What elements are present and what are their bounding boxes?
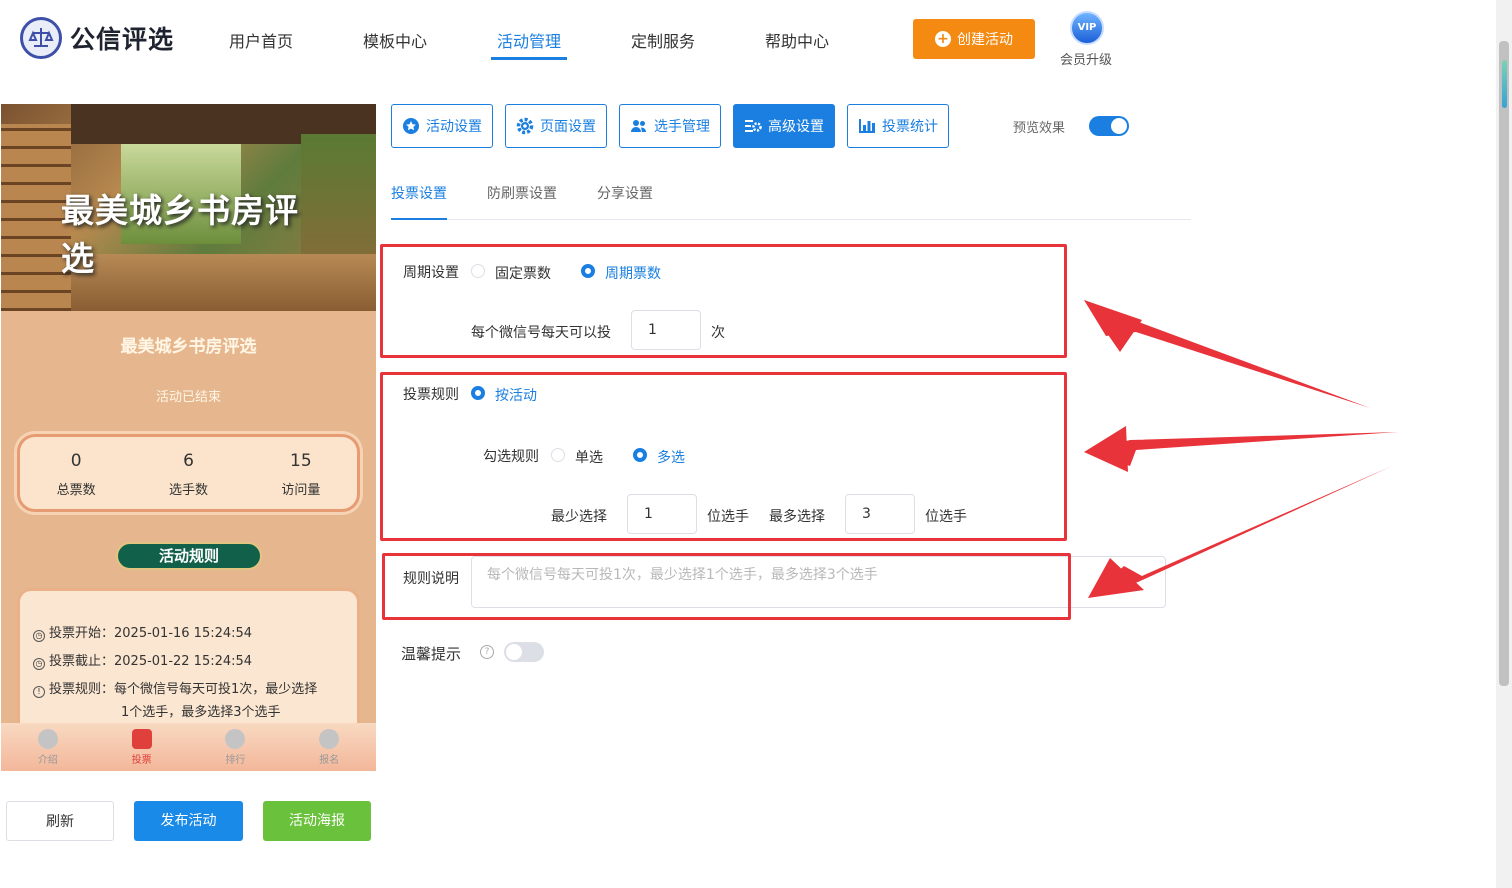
activity-settings-button[interactable]: 活动设置 bbox=[391, 104, 493, 148]
activity-poster-button[interactable]: 活动海报 bbox=[263, 801, 371, 841]
stat-label: 总票数 bbox=[56, 483, 96, 498]
publish-activity-button[interactable]: 发布活动 bbox=[134, 801, 243, 841]
vip-icon[interactable]: VIP bbox=[1070, 11, 1104, 45]
refresh-button[interactable]: 刷新 bbox=[6, 801, 114, 841]
banner-image: 最美城乡书房评选 bbox=[1, 104, 376, 311]
tab-active-underline bbox=[391, 218, 447, 220]
preview-effect-label: 预览效果 bbox=[1013, 121, 1066, 136]
create-activity-label: 创建活动 bbox=[957, 32, 1013, 48]
tab-label: 投票 bbox=[131, 755, 152, 766]
warm-tip-toggle[interactable] bbox=[504, 642, 544, 662]
tab-vote-settings[interactable]: 投票设置 bbox=[391, 183, 447, 203]
vote-statistics-button[interactable]: 投票统计 bbox=[847, 104, 949, 148]
scrollbar-thumb[interactable] bbox=[1499, 41, 1509, 686]
button-label: 活动设置 bbox=[426, 119, 482, 135]
nav-custom-service[interactable]: 定制服务 bbox=[631, 28, 695, 52]
banner-title: 最美城乡书房评选 bbox=[61, 191, 299, 278]
tab-intro[interactable]: 介绍 bbox=[1, 723, 95, 771]
tab-label: 报名 bbox=[319, 755, 340, 766]
intro-icon bbox=[37, 729, 58, 749]
rule-voting: ! 投票规则：每个微信号每天可投1次，最少选择 bbox=[33, 678, 317, 698]
create-activity-button[interactable]: + 创建活动 bbox=[913, 19, 1035, 59]
info-icon: ! bbox=[33, 686, 45, 698]
nav-user-home[interactable]: 用户首页 bbox=[229, 28, 293, 52]
vip-upgrade-link[interactable]: 会员升级 bbox=[1060, 49, 1112, 68]
nav-active-underline bbox=[491, 57, 567, 60]
stat-label: 选手数 bbox=[168, 483, 208, 498]
nav-help-center[interactable]: 帮助中心 bbox=[765, 28, 829, 52]
advanced-settings-button[interactable]: 高级设置 bbox=[733, 104, 835, 148]
stat-total-votes: 0 总票数 bbox=[20, 437, 132, 509]
highlight-box-vote-rules bbox=[380, 372, 1067, 541]
activity-rules-heading[interactable]: 活动规则 bbox=[116, 542, 262, 570]
contestant-management-button[interactable]: 选手管理 bbox=[619, 104, 721, 148]
stat-value: 0 bbox=[70, 451, 82, 471]
signup-icon bbox=[319, 729, 340, 749]
tab-label: 介绍 bbox=[37, 755, 58, 766]
highlight-box-period bbox=[380, 244, 1067, 358]
trophy-icon bbox=[225, 729, 246, 749]
users-icon bbox=[631, 120, 646, 132]
rule-end-text: 投票截止：2025-01-22 15:24:54 bbox=[49, 654, 253, 669]
mobile-preview: 最美城乡书房评选 最美城乡书房评选 活动已结束 0 总票数 6 选手数 15 访… bbox=[1, 104, 376, 771]
button-label: 投票统计 bbox=[882, 119, 938, 135]
stat-contestants: 6 选手数 bbox=[132, 437, 244, 509]
star-icon bbox=[403, 118, 419, 134]
arrow-to-period bbox=[1084, 300, 1370, 408]
mobile-tabbar: 介绍 投票 排行 报名 bbox=[1, 723, 376, 771]
tab-label: 排行 bbox=[225, 755, 246, 766]
top-header: 公信评选 用户首页 模板中心 活动管理 定制服务 帮助中心 + 创建活动 VIP… bbox=[0, 0, 1496, 80]
nav-template-center[interactable]: 模板中心 bbox=[363, 28, 427, 52]
button-label: 高级设置 bbox=[768, 119, 824, 135]
stat-label: 访问量 bbox=[281, 483, 321, 498]
rule-start-time: ◷ 投票开始：2025-01-16 15:24:54 bbox=[33, 622, 252, 642]
help-question-icon[interactable]: ? bbox=[480, 645, 494, 659]
rule-start-text: 投票开始：2025-01-16 15:24:54 bbox=[49, 626, 253, 641]
clock-icon: ◷ bbox=[33, 658, 45, 670]
toggle-knob bbox=[506, 644, 522, 660]
rule-voting-text: 投票规则：每个微信号每天可投1次，最少选择 bbox=[49, 682, 318, 697]
stat-value: 6 bbox=[183, 451, 194, 471]
tab-ranking[interactable]: 排行 bbox=[189, 723, 283, 771]
vote-icon bbox=[131, 729, 152, 749]
gear-icon bbox=[516, 117, 534, 135]
preview-effect-toggle[interactable] bbox=[1089, 116, 1129, 136]
bar-chart-icon bbox=[859, 119, 875, 133]
plus-icon: + bbox=[935, 31, 951, 47]
stat-visits: 15 访问量 bbox=[245, 437, 357, 509]
warm-tip-label: 温馨提示 bbox=[401, 645, 462, 663]
activity-status: 活动已结束 bbox=[155, 390, 221, 405]
tab-signup[interactable]: 报名 bbox=[282, 723, 376, 771]
logo-scales-icon bbox=[20, 17, 62, 59]
rule-end-time: ◷ 投票截止：2025-01-22 15:24:54 bbox=[33, 650, 252, 670]
arrow-to-description bbox=[1088, 466, 1392, 598]
clock-icon: ◷ bbox=[33, 630, 45, 642]
stats-panel: 0 总票数 6 选手数 15 访问量 bbox=[17, 434, 360, 512]
nav-activity-management[interactable]: 活动管理 bbox=[497, 28, 561, 52]
brand-name[interactable]: 公信评选 bbox=[70, 20, 174, 56]
arrow-to-vote-rules bbox=[1084, 426, 1398, 472]
tab-divider bbox=[391, 219, 1191, 220]
button-label: 页面设置 bbox=[540, 119, 596, 135]
tab-anti-fraud-settings[interactable]: 防刷票设置 bbox=[487, 183, 557, 203]
tab-share-settings[interactable]: 分享设置 bbox=[597, 183, 653, 203]
annotation-arrows bbox=[1084, 300, 1398, 598]
rule-voting-cont: 1个选手，最多选择3个选手 bbox=[121, 705, 281, 720]
activity-title: 最美城乡书房评选 bbox=[120, 337, 257, 357]
scrollbar-indicator bbox=[1502, 60, 1507, 108]
highlight-box-description bbox=[382, 553, 1071, 620]
page-settings-button[interactable]: 页面设置 bbox=[505, 104, 607, 148]
tab-vote[interactable]: 投票 bbox=[95, 723, 189, 771]
toggle-knob bbox=[1111, 118, 1127, 134]
button-label: 选手管理 bbox=[654, 119, 710, 135]
settings-sliders-icon bbox=[745, 120, 762, 132]
stat-value: 15 bbox=[290, 451, 312, 471]
